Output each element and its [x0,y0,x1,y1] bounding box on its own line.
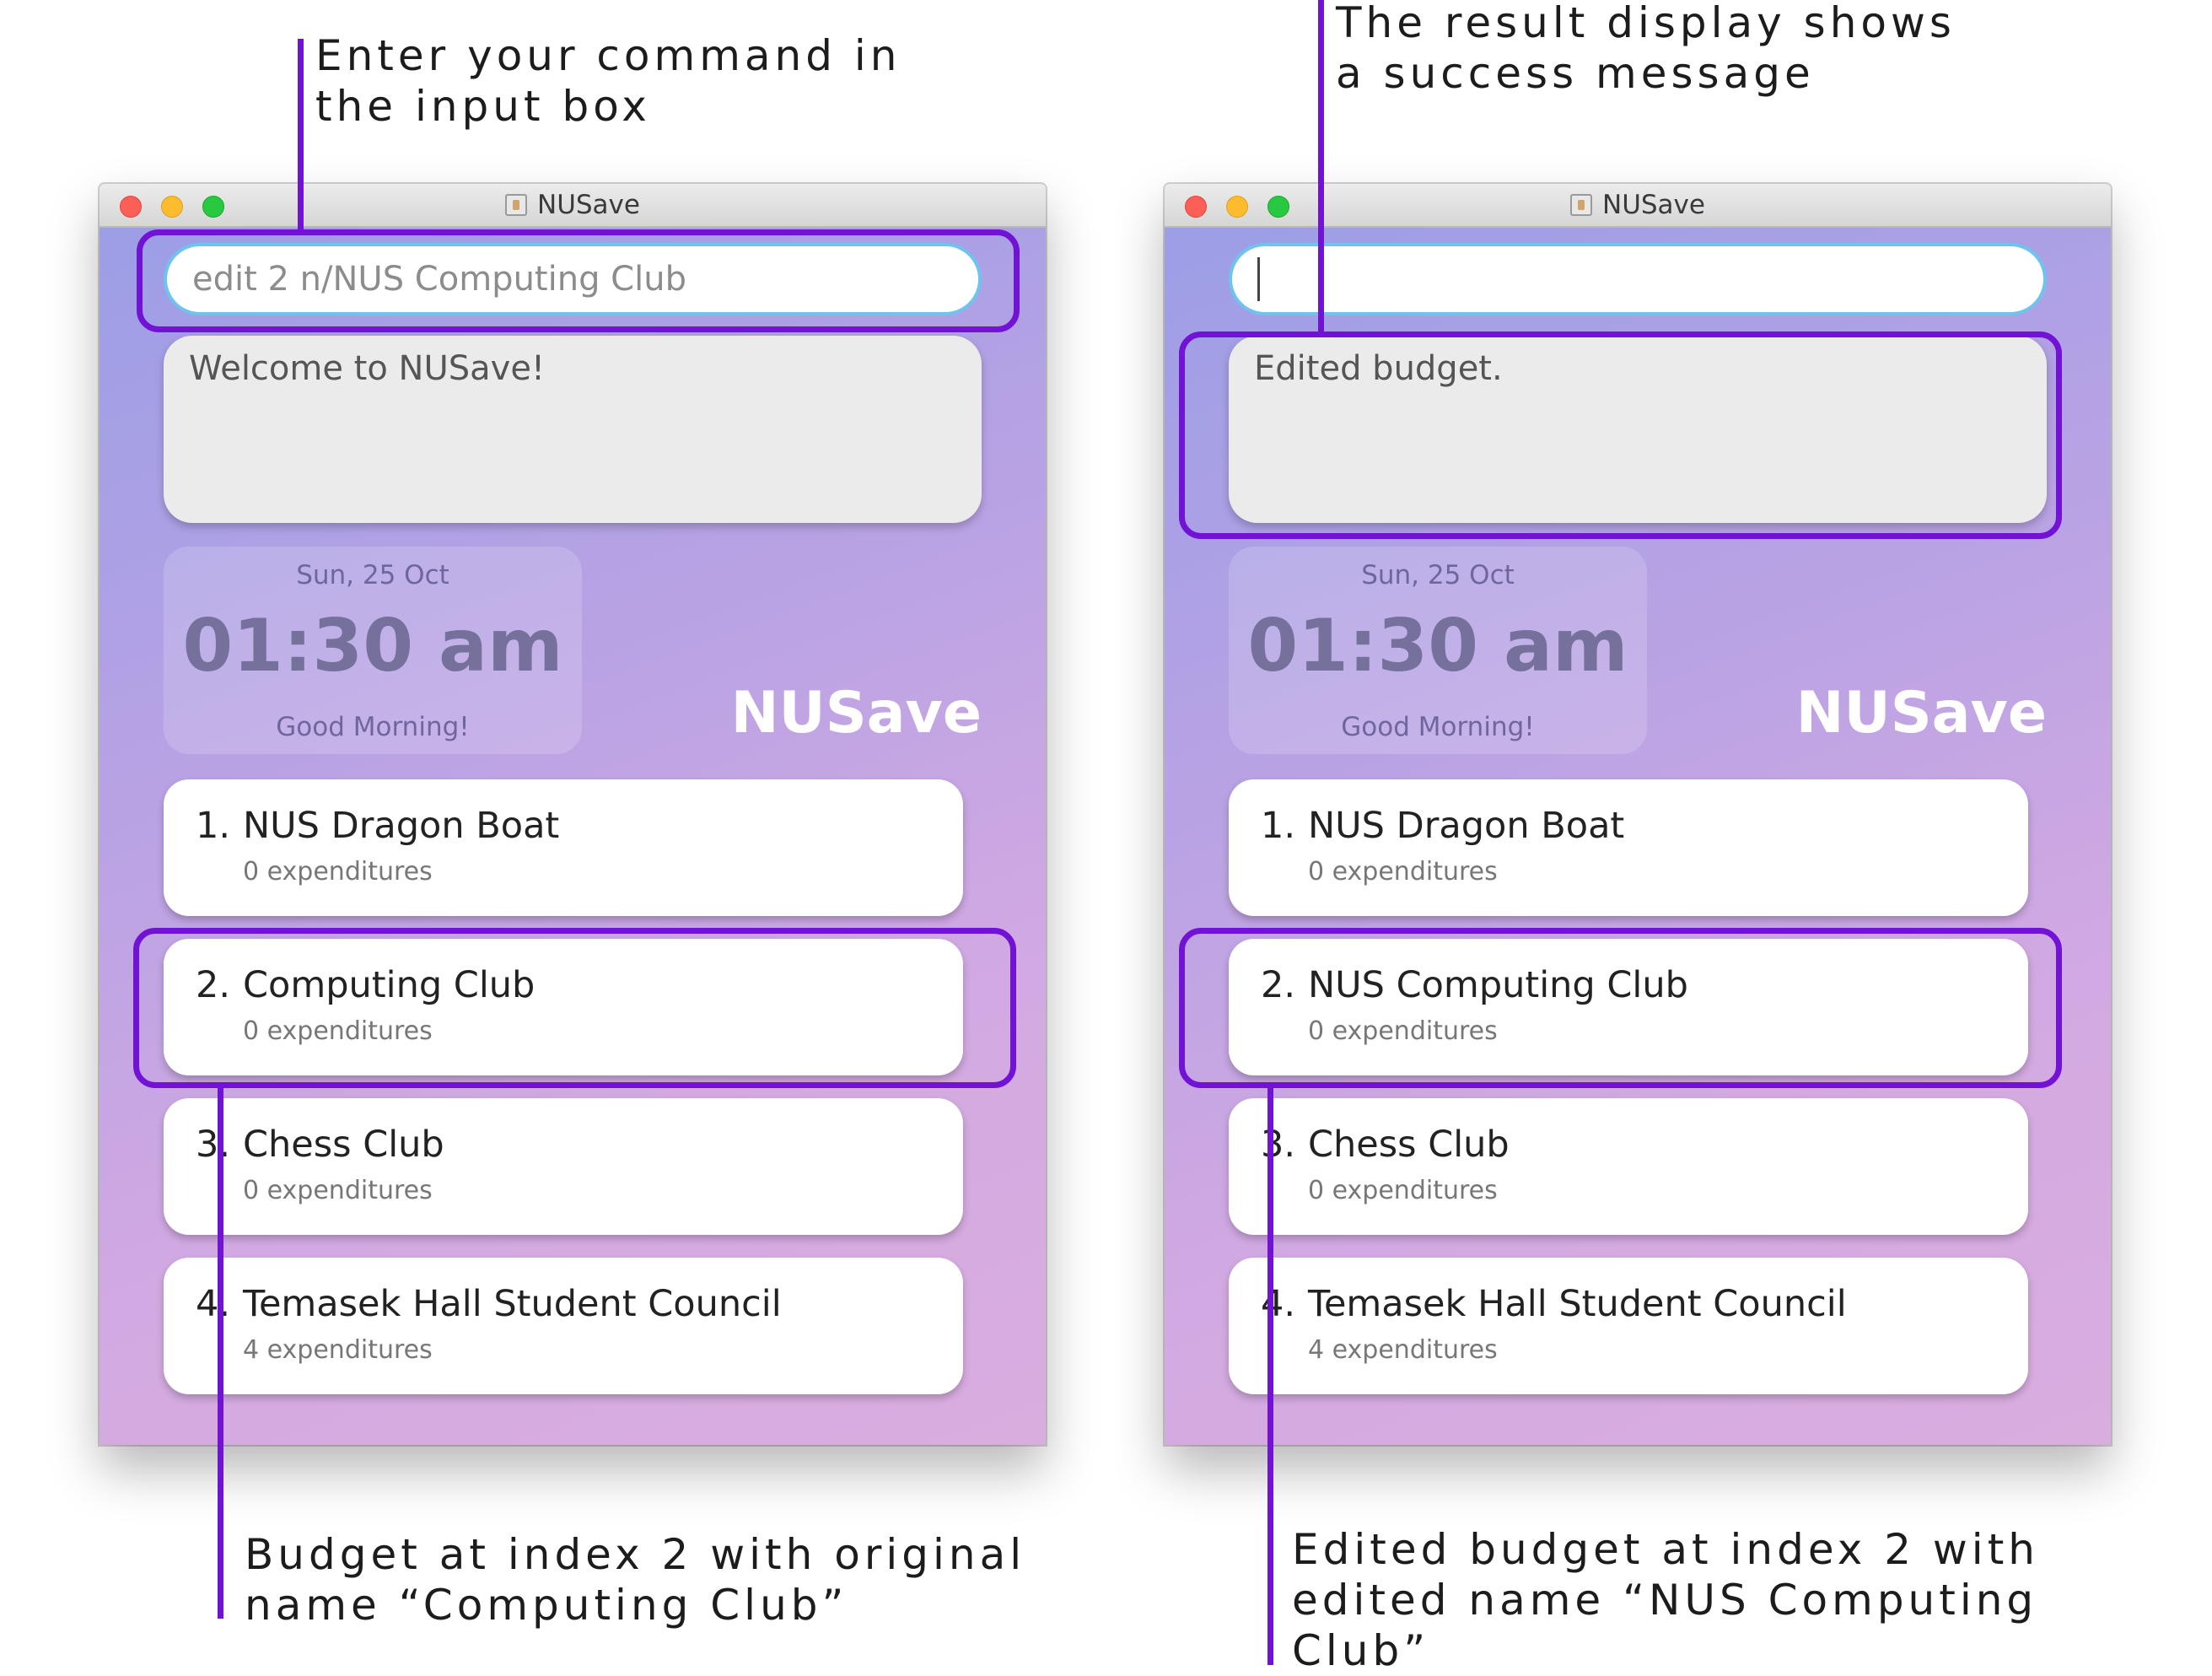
annotation-text: Club” [1292,1626,1430,1675]
clock-date: Sun, 25 Oct [1361,560,1515,590]
annotation-leader-line [298,39,304,231]
annotation-text: Budget at index 2 with original [245,1530,1026,1579]
budget-expenditure-count: 0 expenditures [243,1176,433,1205]
clock-greeting: Good Morning! [1341,712,1535,742]
budget-name: NUS Dragon Boat [1308,805,1625,847]
budget-expenditure-count: 4 expenditures [1308,1335,1498,1365]
brand-logo-text: NUSave [1795,680,2047,746]
clock-greeting: Good Morning! [276,712,470,742]
budget-index: 3. [1261,1124,1296,1166]
budget-name: NUS Dragon Boat [243,805,560,847]
annotation-original-budget: Budget at index 2 with original name “Co… [245,1529,1025,1630]
app-icon [505,194,527,216]
annotation-leader-line [1318,0,1324,333]
annotation-edited-budget: Edited budget at index 2 with edited nam… [1292,1524,2039,1676]
clock-card: Sun, 25 Oct 01:30 am Good Morning! [1229,547,1647,754]
annotation-leader-line [1267,1087,1273,1665]
brand-logo-text: NUSave [730,680,982,746]
annotation-text: the input box [315,82,651,131]
annotation-text: a success message [1336,49,1815,98]
annotation-leader-line [218,1087,223,1619]
annotation-text: Edited budget at index 2 with [1292,1525,2039,1574]
result-text: Welcome to NUSave! [189,349,545,388]
budget-index: 3. [196,1124,231,1166]
budget-card[interactable]: 1. NUS Dragon Boat 0 expenditures [164,779,963,916]
title-bar: NUSave [100,184,1046,228]
budget-name: Temasek Hall Student Council [1308,1283,1847,1325]
budget-expenditure-count: 0 expenditures [243,857,433,887]
highlight-original-budget [133,928,1016,1088]
clock-card: Sun, 25 Oct 01:30 am Good Morning! [164,547,582,754]
budget-index: 1. [196,805,231,847]
title-bar: NUSave [1165,184,2111,228]
budget-name: Temasek Hall Student Council [243,1283,782,1325]
budget-index: 4. [1261,1283,1296,1325]
app-icon [1570,194,1592,216]
text-cursor [1257,257,1260,301]
budget-card[interactable]: 4. Temasek Hall Student Council 4 expend… [164,1258,963,1394]
clock-date: Sun, 25 Oct [296,560,449,590]
budget-expenditure-count: 4 expenditures [243,1335,433,1365]
budget-name: Chess Club [1308,1124,1510,1166]
app-window-before: NUSave edit 2 n/NUS Computing Club Welco… [100,184,1046,1445]
annotation-result-display: The result display shows a success messa… [1336,0,1956,99]
annotation-text: Enter your command in [315,31,901,80]
budget-index: 1. [1261,805,1296,847]
annotation-text: The result display shows [1336,0,1956,47]
annotation-text: name “Computing Club” [245,1581,848,1630]
highlight-result-display [1179,331,2062,539]
command-input[interactable] [1229,243,2047,315]
budget-card[interactable]: 3. Chess Club 0 expenditures [164,1098,963,1235]
budget-card[interactable]: 1. NUS Dragon Boat 0 expenditures [1229,779,2028,916]
highlight-edited-budget [1179,928,2062,1088]
budget-card[interactable]: 4. Temasek Hall Student Council 4 expend… [1229,1258,2028,1394]
annotation-text: edited name “NUS Computing [1292,1576,2038,1625]
budget-index: 4. [196,1283,231,1325]
highlight-command-input [137,229,1020,332]
budget-expenditure-count: 0 expenditures [1308,857,1498,887]
window-title: NUSave [537,190,640,220]
window-title: NUSave [1602,190,1705,220]
annotation-input-box: Enter your command in the input box [315,30,901,132]
budget-expenditure-count: 0 expenditures [1308,1176,1498,1205]
clock-time: 01:30 am [182,604,563,688]
result-display: Welcome to NUSave! [164,336,982,523]
clock-time: 01:30 am [1247,604,1628,688]
budget-name: Chess Club [243,1124,444,1166]
budget-card[interactable]: 3. Chess Club 0 expenditures [1229,1098,2028,1235]
